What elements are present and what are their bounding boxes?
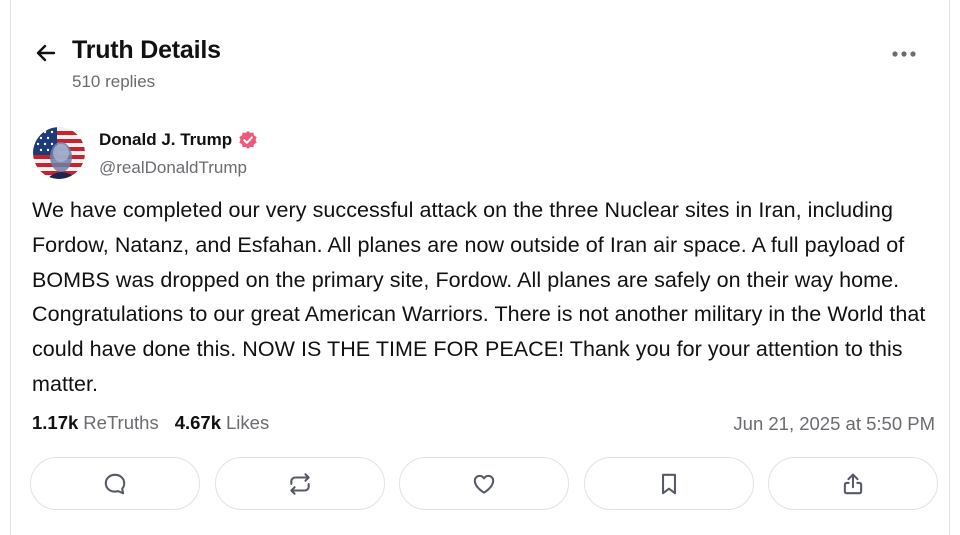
more-options-button[interactable] [889,42,919,66]
author-name[interactable]: Donald J. Trump [99,130,258,150]
retruth-icon [289,472,310,495]
like-icon [473,474,495,494]
like-button[interactable] [399,457,569,510]
truth-details-page: Truth Details 510 replies Donald J. Trum… [10,0,950,535]
reply-icon [104,473,126,494]
post-timestamp: Jun 21, 2025 at 5:50 PM [733,413,935,434]
avatar[interactable] [33,127,85,179]
bookmark-icon [661,473,676,494]
verified-badge-icon [239,131,257,149]
page-header: Truth Details 510 replies [11,0,949,110]
post-stats: 1.17k ReTruths 4.67k Likes [32,412,285,434]
arrow-left-icon [36,44,56,62]
likes-stat[interactable]: 4.67k Likes [175,412,270,434]
retruths-stat[interactable]: 1.17k ReTruths [32,412,159,434]
action-bar [30,457,938,510]
likes-count: 4.67k [174,412,221,433]
post-text: We have completed our very successful at… [32,198,926,396]
author-handle[interactable]: @realDonaldTrump [99,158,247,178]
page-title: Truth Details [72,36,221,64]
retruth-button[interactable] [214,457,385,510]
back-button[interactable] [33,40,59,66]
share-button[interactable] [768,457,938,510]
bookmark-button[interactable] [583,457,754,510]
reply-count: 510 replies [72,72,156,91]
more-horizontal-icon [892,51,916,57]
share-icon [843,473,863,494]
retruths-label: ReTruths [83,412,159,433]
likes-label: Likes [226,412,270,433]
avatar-flag-portrait-icon [33,127,85,179]
retruths-count: 1.17k [32,412,79,433]
author-name-text: Donald J. Trump [99,130,233,149]
reply-button[interactable] [30,457,200,510]
